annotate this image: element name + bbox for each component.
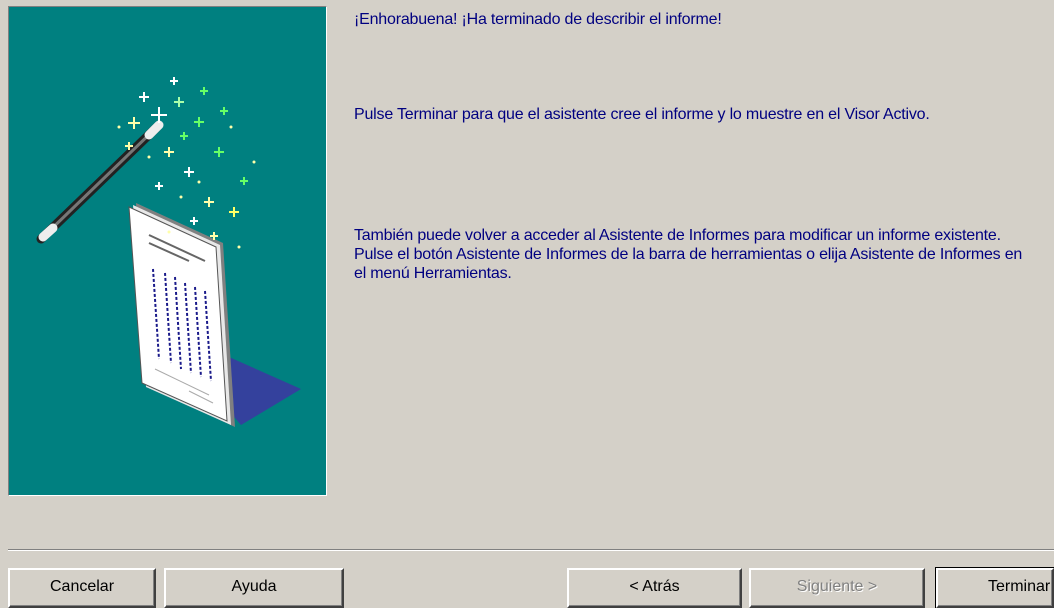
next-button[interactable]: Siguiente > (749, 568, 925, 608)
finish-button[interactable]: Terminar (935, 567, 1054, 608)
help-button[interactable]: Ayuda (164, 568, 344, 608)
finish-instructions: Pulse Terminar para que el asistente cre… (354, 106, 930, 123)
reaccess-instructions: También puede volver a acceder al Asiste… (354, 227, 1023, 282)
wizard-illustration (8, 6, 327, 496)
back-button[interactable]: < Atrás (567, 568, 742, 608)
button-separator (8, 549, 1054, 551)
cancel-button[interactable]: Cancelar (8, 568, 156, 608)
wizard-heading: ¡Enhorabuena! ¡Ha terminado de describir… (354, 11, 722, 28)
magic-wand-report-icon (36, 77, 301, 427)
